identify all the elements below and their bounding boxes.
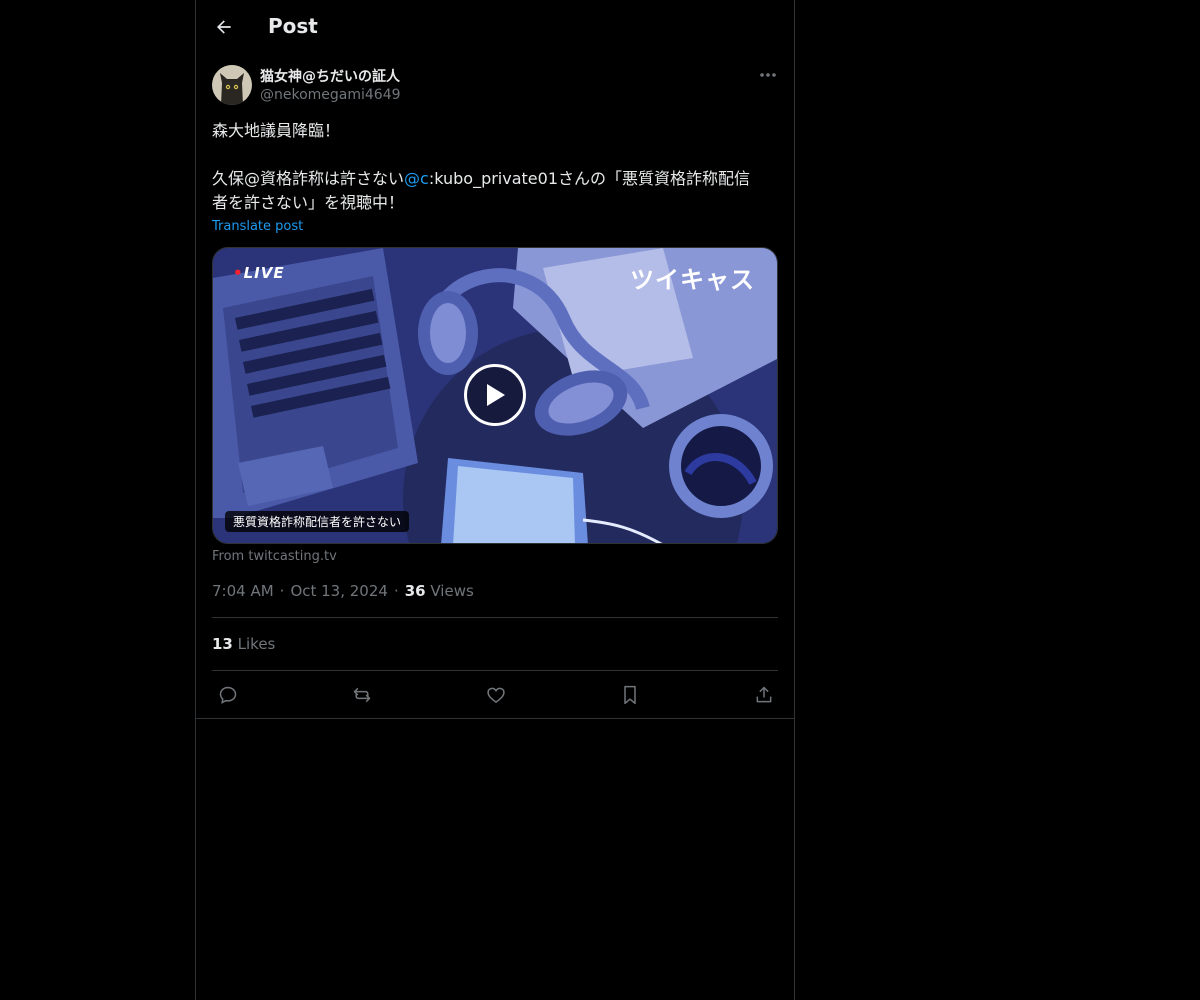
arrow-left-icon (217, 20, 231, 34)
divider (212, 670, 778, 671)
post-text-segment: :kubo_private01さんの「悪質資格詐称配信 (428, 169, 750, 188)
post-text-line-1: 森大地議員降臨！ (212, 121, 341, 140)
more-horizontal-icon (760, 73, 776, 77)
live-dot-icon: • (233, 264, 244, 282)
play-icon (487, 384, 505, 406)
post-text-line-2: 久保@資格詐称は許さない@c:kubo_private01さんの「悪質資格詐称配… (212, 167, 778, 191)
more-button[interactable] (756, 64, 780, 86)
mention-link[interactable]: @c (404, 169, 429, 188)
likes-count: 13 (212, 635, 233, 653)
likes-label: Likes (237, 635, 276, 653)
post-metadata: 7:04 AM · Oct 13, 2024 · 36 Views (212, 582, 474, 600)
post-detail-column: Post 猫女神@ちだいの証人 @nekomegami4649 森大地議員降臨！… (195, 0, 795, 1000)
repost-icon (353, 687, 371, 703)
reply-button[interactable] (214, 681, 242, 709)
heart-icon (487, 687, 505, 704)
author-handle[interactable]: @nekomegami4649 (260, 87, 401, 103)
page-title: Post (268, 14, 318, 38)
separator-dot: · (279, 582, 285, 600)
reply-icon (219, 686, 237, 704)
bookmark-icon (624, 685, 636, 705)
play-button[interactable] (464, 364, 526, 426)
author-name[interactable]: 猫女神@ちだいの証人 (260, 66, 400, 86)
views-label: Views (430, 582, 474, 600)
separator-dot: · (393, 582, 399, 600)
live-badge: •LIVE (233, 264, 285, 282)
share-button[interactable] (750, 681, 778, 709)
post-text-line-3: 者を許さない」を視聴中！ (212, 193, 405, 212)
post-header: Post (196, 0, 794, 54)
action-bar (196, 681, 794, 709)
live-label: LIVE (243, 264, 285, 282)
cat-avatar-image (212, 65, 252, 105)
media-source-link[interactable]: From twitcasting.tv (212, 549, 337, 564)
divider (212, 617, 778, 618)
media-caption: 悪質資格詐称配信者を許さない (225, 511, 410, 532)
share-icon (756, 686, 772, 703)
media-card[interactable]: •LIVE ツイキャス 悪質資格詐称配信者を許さない (212, 247, 778, 544)
translate-post-link[interactable]: Translate post (212, 219, 303, 234)
post-time[interactable]: 7:04 AM (212, 582, 274, 600)
repost-button[interactable] (348, 681, 376, 709)
back-button[interactable] (210, 13, 238, 41)
bookmark-button[interactable] (616, 681, 644, 709)
divider (196, 718, 794, 719)
twitcasting-logo: ツイキャス (630, 266, 755, 294)
likes-link[interactable]: 13 Likes (212, 635, 275, 653)
post-text-segment: 久保@資格詐称は許さない (212, 169, 405, 188)
like-button[interactable] (482, 681, 510, 709)
views-count: 36 (404, 582, 426, 600)
avatar[interactable] (212, 65, 252, 105)
post-date[interactable]: Oct 13, 2024 (290, 582, 388, 600)
